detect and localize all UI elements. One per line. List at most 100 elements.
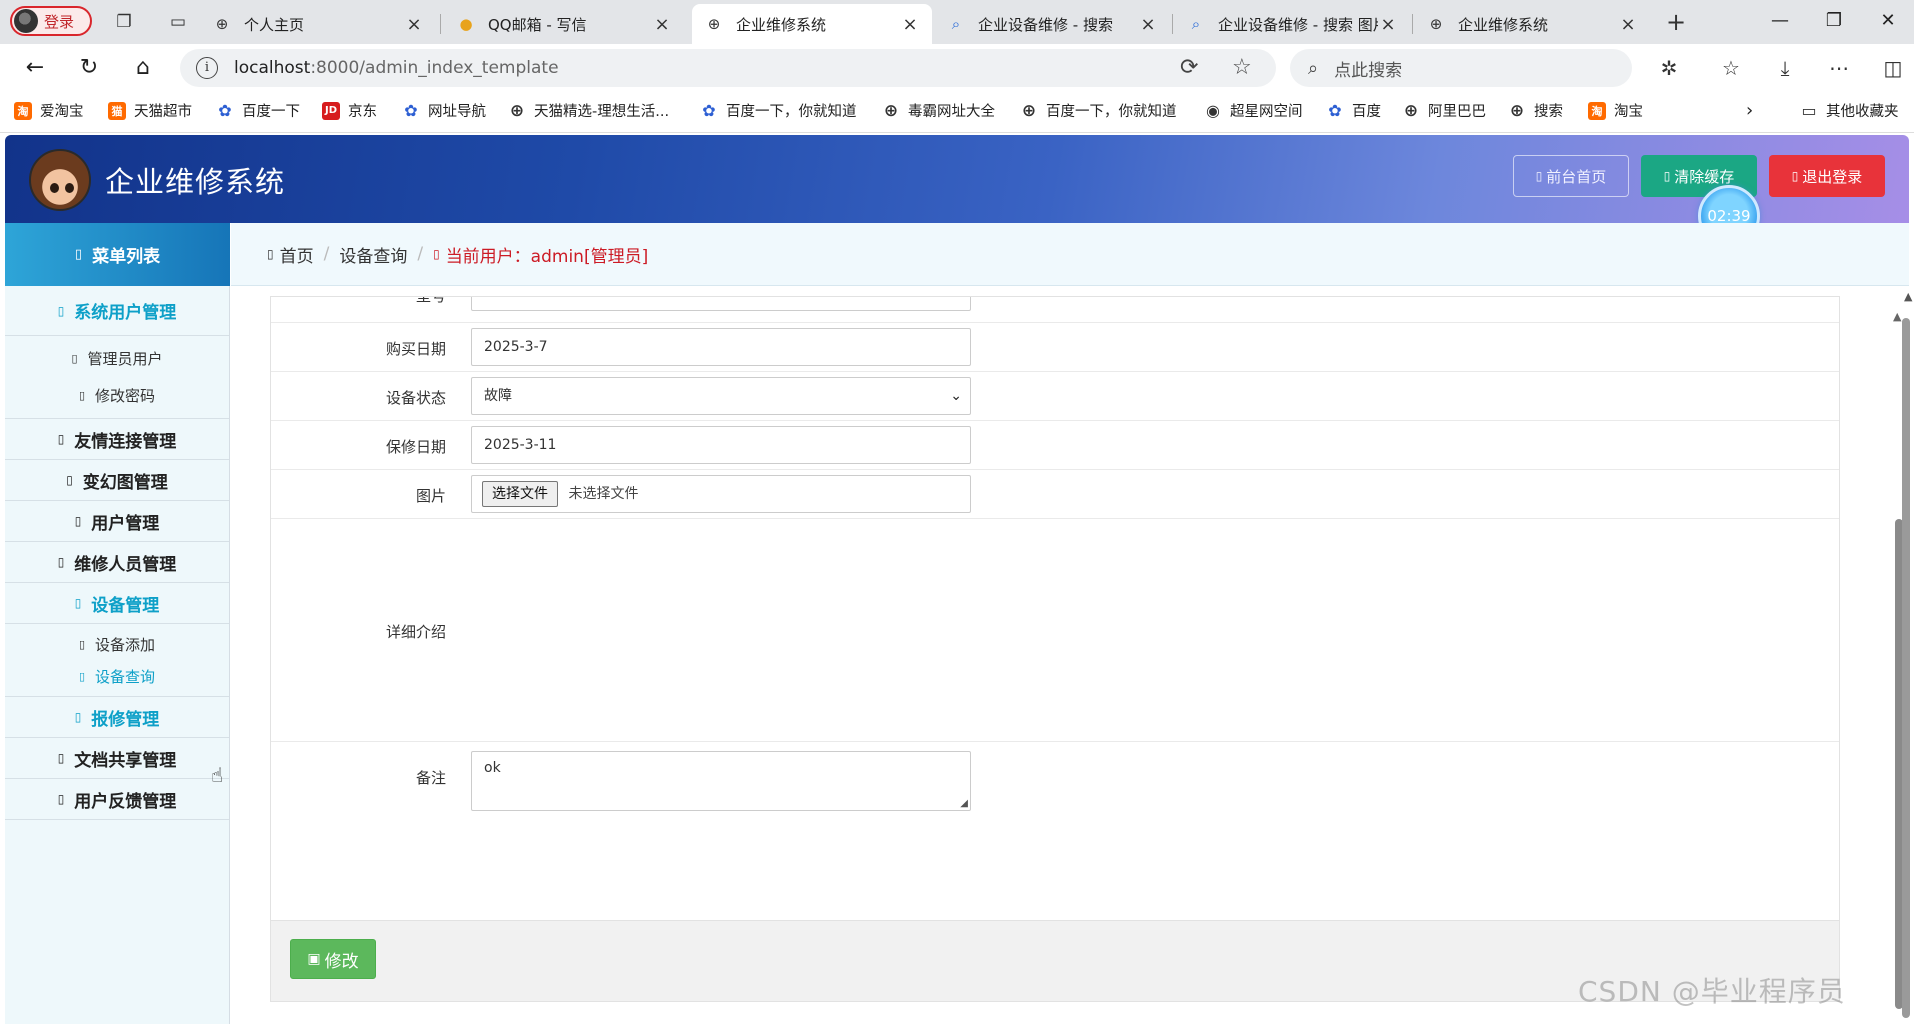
close-icon[interactable]: × — [652, 14, 672, 35]
window-close-icon[interactable]: ✕ — [1868, 6, 1908, 36]
bookmark-item[interactable]: JD 京东 — [322, 100, 377, 121]
tab-search-2[interactable]: ⌕ 企业设备维修 - 搜索 图片 × — [1174, 4, 1410, 44]
submenu-admin-users[interactable]: ▯ 管理员用户 — [5, 340, 229, 377]
link-icon: ▯ — [57, 432, 65, 446]
close-icon[interactable]: × — [1378, 14, 1398, 35]
chaoxing-icon: ◉ — [1206, 101, 1220, 120]
scroll-up-icon[interactable]: ▲ — [1893, 310, 1901, 323]
bookmark-item[interactable]: 猫天猫超市 — [108, 100, 192, 121]
choose-file-button[interactable]: 选择文件 — [482, 481, 558, 507]
no-file-text: 未选择文件 — [568, 486, 639, 502]
resize-grip-icon[interactable]: ◢ — [960, 798, 968, 809]
bookmark-item[interactable]: ✿ 百度一下，你就知道 — [700, 100, 856, 121]
bookmark-item[interactable]: ⊕ 搜索 — [1508, 100, 1563, 121]
bookmark-item[interactable]: ⊕ 天猫精选-理想生活... — [508, 100, 669, 121]
wrench-icon: ▯ — [57, 555, 65, 569]
image-file-input[interactable]: 选择文件 未选择文件 — [471, 475, 971, 513]
translate-icon[interactable]: ⟳ — [1180, 55, 1198, 80]
submenu-equipment-query[interactable]: ▯ 设备查询 — [5, 660, 229, 692]
tab-repair-system-active[interactable]: ⊕ 企业维修系统 × — [692, 4, 932, 44]
page-scrollbar-thumb[interactable] — [1902, 318, 1910, 1018]
feedback-icon: ▯ — [57, 792, 65, 806]
tab-actions-icon[interactable]: ▭ — [166, 10, 190, 34]
mouse-cursor-icon: ☝ — [211, 763, 224, 787]
workspaces-icon[interactable]: ❐ — [112, 10, 136, 34]
bookmark-item[interactable]: ✿ 网址导航 — [402, 100, 486, 121]
purchase-date-input[interactable]: 2025-3-7 — [471, 328, 971, 366]
purchase-date-label: 购买日期 — [385, 340, 446, 358]
sidebar-toggle-icon[interactable]: ◫ — [1878, 54, 1908, 82]
home-icon[interactable]: ⌂ — [128, 54, 158, 82]
home-icon: ▯ — [1535, 169, 1543, 183]
image-icon: ▯ — [66, 473, 73, 487]
front-home-button[interactable]: ▯ 前台首页 — [1513, 155, 1629, 197]
breadcrumb-home[interactable]: 首页 — [280, 242, 314, 267]
other-bookmarks[interactable]: ▭ 其他收藏夹 — [1800, 100, 1898, 121]
bookmark-item[interactable]: ⊕ 百度一下，你就知道 — [1020, 100, 1177, 121]
globe-icon: ⊕ — [1403, 100, 1419, 121]
new-tab-icon[interactable]: + — [1664, 10, 1688, 34]
baidu-icon: ✿ — [404, 101, 418, 120]
content-scrollbar[interactable]: ▲ — [1867, 286, 1907, 1024]
page-scroll-up-icon[interactable]: ▲ — [1904, 290, 1912, 303]
profile-button[interactable]: 登录 — [10, 6, 92, 36]
current-user: 当前用户：admin[管理员] — [445, 246, 649, 267]
url-bar[interactable]: i localhost:8000/admin_index_template ⟳ … — [180, 49, 1276, 87]
menu-user-feedback[interactable]: ▯ 用户反馈管理 — [5, 779, 229, 819]
submenu-change-password[interactable]: ▯ 修改密码 — [5, 377, 229, 414]
status-select[interactable]: 故障 ⌄ — [471, 377, 971, 415]
more-menu-icon[interactable]: ⋯ — [1824, 54, 1854, 82]
site-info-icon[interactable]: i — [196, 57, 218, 79]
bookmark-item[interactable]: ✿ 百度 — [1326, 100, 1381, 121]
extensions-icon[interactable]: ✲ — [1654, 54, 1684, 82]
equipment-edit-form: 型号 001 购买日期 2025-3-7 设备状态 故障 ⌄ 保修日期 2025… — [270, 296, 1840, 1002]
tab-repair-system-2[interactable]: ⊕ 企业维修系统 × — [1414, 4, 1650, 44]
restore-icon[interactable]: ❐ — [1814, 6, 1854, 36]
bookmark-item[interactable]: ✿ 百度一下 — [216, 100, 300, 121]
bookmark-item[interactable]: 淘淘宝 — [1588, 100, 1643, 121]
detail-editor[interactable] — [471, 519, 1831, 741]
menu-repair-requests[interactable]: ▯ 报修管理 — [5, 697, 229, 737]
search-icon: ⌕ — [1308, 57, 1319, 79]
close-icon[interactable]: × — [900, 14, 920, 35]
tab-search-1[interactable]: ⌕ 企业设备维修 - 搜索 × — [934, 4, 1170, 44]
bookmarks-overflow-icon[interactable]: › — [1746, 100, 1753, 121]
browser-search-box[interactable]: ⌕ 点此搜索 — [1290, 49, 1632, 87]
user-icon: ▯ — [433, 247, 440, 261]
back-icon[interactable]: ← — [20, 54, 50, 82]
remark-textarea[interactable]: ok ◢ — [471, 751, 971, 811]
model-input[interactable]: 001 — [471, 297, 971, 311]
tab-qqmail[interactable]: ● QQ邮箱 - 写信 × — [444, 4, 684, 44]
menu-friend-links[interactable]: ▯ 友情连接管理 — [5, 419, 229, 459]
submenu-equipment-add[interactable]: ▯ 设备添加 — [5, 628, 229, 660]
downloads-icon[interactable]: ⤓ — [1770, 54, 1800, 82]
breadcrumb-current: 设备查询 — [339, 246, 408, 267]
bookmark-item[interactable]: ◉ 超星网空间 — [1204, 100, 1302, 121]
close-icon[interactable]: × — [1618, 14, 1638, 35]
close-icon[interactable]: × — [404, 14, 424, 35]
bookmark-item[interactable]: 淘爱淘宝 — [14, 100, 84, 121]
close-icon[interactable]: × — [1138, 14, 1158, 35]
warranty-date-input[interactable]: 2025-3-11 — [471, 426, 971, 464]
modify-button[interactable]: ▣ 修改 — [290, 939, 376, 979]
menu-document-share[interactable]: ▯ 文档共享管理 — [5, 738, 229, 778]
menu-system-users[interactable]: ▯ 系统用户管理 — [5, 286, 229, 335]
menu-repair-staff[interactable]: ▯ 维修人员管理 — [5, 542, 229, 582]
watermark: CSDN @毕业程序员 — [1578, 975, 1846, 1008]
tab-title: 企业维修系统 — [1458, 15, 1549, 34]
save-icon: ▣ — [307, 951, 321, 967]
tab-personal-home[interactable]: ⊕ 个人主页 × — [200, 4, 436, 44]
bookmark-item[interactable]: ⊕ 阿里巴巴 — [1402, 100, 1486, 121]
menu-users[interactable]: ▯ 用户管理 — [5, 501, 229, 541]
form-row-purchase-date: 购买日期 2025-3-7 — [271, 323, 1839, 372]
menu-slideshow[interactable]: ▯ 变幻图管理 — [5, 460, 229, 500]
favorite-star-icon[interactable]: ☆ — [1232, 55, 1252, 80]
favorites-icon[interactable]: ☆ — [1716, 54, 1746, 82]
reload-icon[interactable]: ↻ — [74, 54, 104, 82]
profile-label: 登录 — [44, 12, 75, 31]
minimize-icon[interactable]: — — [1760, 6, 1800, 36]
bookmark-item[interactable]: ⊕ 毒霸网址大全 — [882, 100, 995, 121]
logout-button[interactable]: ▯ 退出登录 — [1769, 155, 1885, 197]
menu-equipment[interactable]: ▯ 设备管理 — [5, 583, 229, 623]
tab-title: QQ邮箱 - 写信 — [488, 15, 587, 34]
